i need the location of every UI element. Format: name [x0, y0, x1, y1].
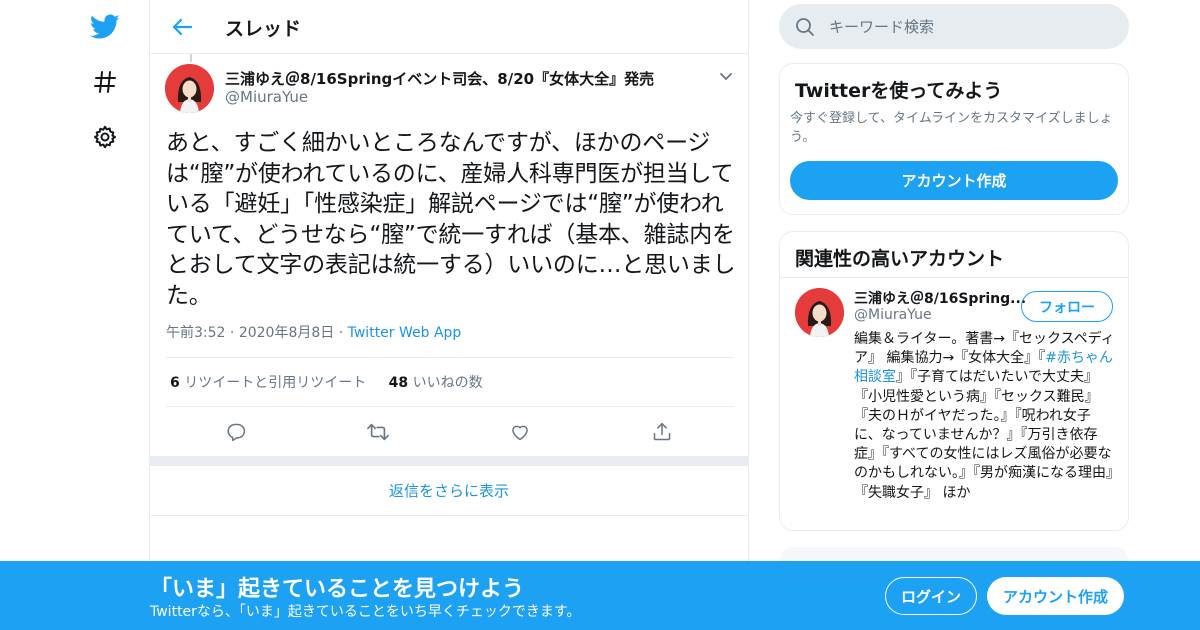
hashtag-icon[interactable]	[90, 67, 120, 97]
show-more-replies-link[interactable]: 返信をさらに表示	[150, 466, 748, 516]
search-icon	[795, 17, 815, 37]
create-account-button[interactable]: アカウント作成	[790, 161, 1118, 200]
tweet-text: あと、すごく細かいところなんですが、ほかのページは“膣”が使われているのに、産婦…	[166, 130, 736, 309]
tweet-source[interactable]: Twitter Web App	[348, 325, 462, 341]
chevron-down-icon[interactable]	[718, 68, 734, 84]
tweet-stats: 6 リツイートと引用リツイート 48 いいねの数	[170, 372, 483, 392]
gear-icon[interactable]	[90, 122, 120, 152]
share-icon[interactable]	[648, 418, 676, 446]
page-header: スレッド	[150, 0, 748, 54]
login-button[interactable]: ログイン	[885, 577, 977, 615]
signup-card-title: Twitterを使ってみよう	[795, 80, 1003, 102]
avatar[interactable]	[165, 64, 214, 113]
like-stat[interactable]: 48 いいねの数	[389, 375, 483, 391]
search-box	[779, 4, 1129, 49]
retweets-count: 6	[170, 375, 180, 391]
related-account-bio: 編集＆ライター。著書→『セックスペディア』 編集協力→『女体大全』『#赤ちゃん相…	[854, 330, 1116, 503]
search-input[interactable]	[829, 4, 1109, 49]
thread-connector	[190, 54, 192, 62]
bio-text: 』『子育てはだいたいで大丈夫』『小児性愛という病』『セックス難民』『夫のＨがイヤ…	[854, 369, 1113, 501]
tweet-actions	[166, 418, 734, 446]
back-arrow-icon[interactable]	[168, 13, 196, 41]
page-title: スレッド	[225, 18, 302, 40]
section-divider	[150, 456, 748, 466]
signup-banner: 「いま」起きていることを見つけよう Twitterなら、「いま」起きていることを…	[0, 561, 1200, 630]
likes-count: 48	[388, 375, 409, 391]
avatar[interactable]	[795, 288, 844, 337]
meta-dot: ·	[338, 325, 348, 341]
follow-button[interactable]: フォロー	[1021, 291, 1113, 322]
signup-card-subtitle: 今すぐ登録して、タイムラインをカスタマイズしましょう。	[790, 111, 1113, 145]
reply-icon[interactable]	[222, 418, 250, 446]
related-accounts-card: 関連性の高いアカウント 三浦ゆえ＠8/16Spring... @MiuraYue…	[779, 231, 1129, 531]
author-handle[interactable]: @MiuraYue	[225, 88, 308, 106]
retweets-label: リツイートと引用リツイート	[184, 375, 367, 391]
main-column: スレッド 三浦ゆえ＠8/16Springイベント司会、8/20『女体大全』発売 …	[149, 0, 749, 630]
signup-button[interactable]: アカウント作成	[987, 577, 1124, 615]
divider	[780, 277, 1128, 278]
related-card-title: 関連性の高いアカウント	[795, 248, 1005, 270]
left-nav	[80, 0, 130, 630]
related-account-handle[interactable]: @MiuraYue	[854, 307, 932, 323]
heart-icon[interactable]	[506, 418, 534, 446]
tweet-meta: 午前3:52 · 2020年8月8日 · Twitter Web App	[166, 322, 461, 342]
divider	[166, 406, 734, 407]
banner-title: 「いま」起きていることを見つけよう	[150, 577, 525, 602]
tweet-date[interactable]: 2020年8月8日	[239, 325, 334, 341]
banner-subtitle: Twitterなら、「いま」起きていることをいち早くチェックできます。	[150, 604, 581, 620]
twitter-bird-icon[interactable]	[90, 12, 120, 42]
retweet-icon[interactable]	[364, 418, 392, 446]
retweet-stat[interactable]: 6 リツイートと引用リツイート	[170, 375, 366, 391]
meta-dot: ·	[229, 325, 239, 341]
divider	[166, 357, 734, 358]
author-name[interactable]: 三浦ゆえ＠8/16Springイベント司会、8/20『女体大全』発売	[225, 68, 654, 89]
related-account-name[interactable]: 三浦ゆえ＠8/16Spring...	[854, 288, 1026, 308]
tweet-time[interactable]: 午前3:52	[166, 325, 225, 341]
likes-label: いいねの数	[412, 375, 483, 391]
signup-card: Twitterを使ってみよう 今すぐ登録して、タイムラインをカスタマイズしましょ…	[779, 63, 1129, 215]
